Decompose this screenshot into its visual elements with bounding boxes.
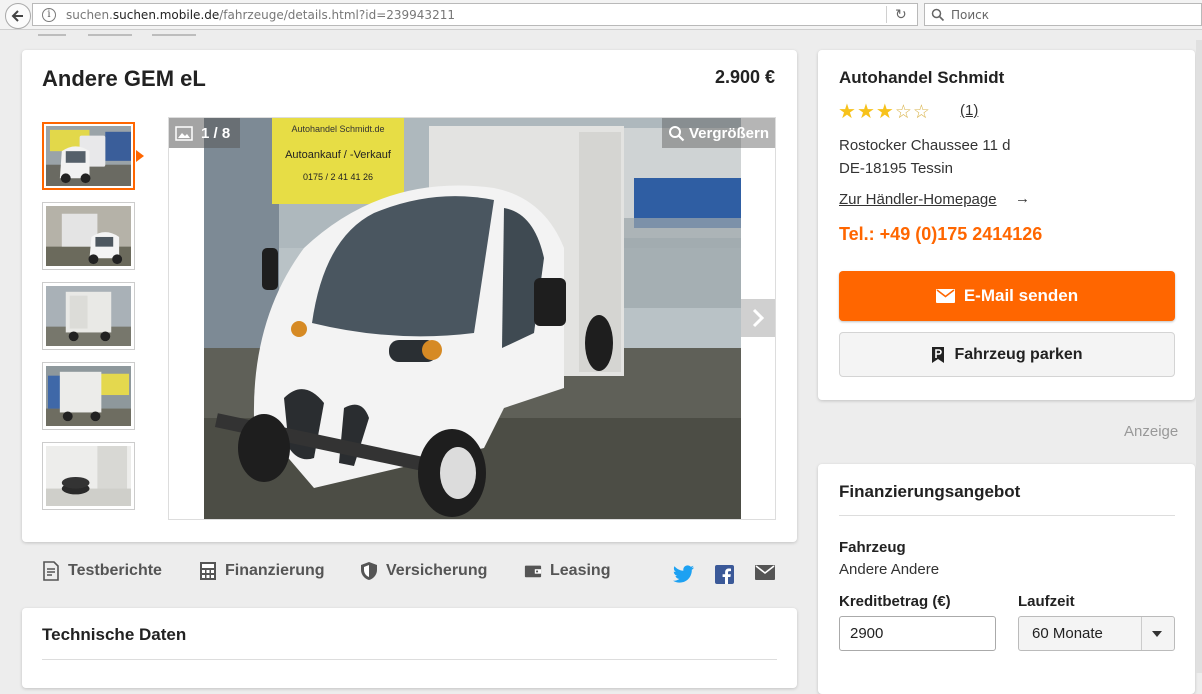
star-icon: ★ [856,101,876,123]
thumbnail-image [46,286,131,346]
sign-line-2: Autoankauf / -Verkauf [285,149,392,161]
search-placeholder: Поиск [951,7,990,22]
shield-icon [360,562,378,580]
tool-leasing[interactable]: Leasing [524,562,610,580]
url-text: suchen.suchen.mobile.de/fahrzeuge/detail… [66,7,455,22]
park-vehicle-label: Fahrzeug parken [954,345,1083,363]
thumbnail-5[interactable] [42,442,135,510]
dealer-street: Rostocker Chaussee 11 d [839,137,1011,154]
dealer-city: DE-18195 Tessin [839,160,953,177]
chevron-right-icon [752,308,765,328]
term-select[interactable]: 60 Monate [1018,616,1175,651]
back-button[interactable] [5,3,31,29]
listing-title: Andere GEM eL [42,66,206,91]
tool-finanzierung[interactable]: Finanzierung [199,562,325,580]
credit-amount-label: Kreditbetrag (€) [839,593,951,610]
thumbnail-image [46,366,131,426]
url-separator [886,6,887,23]
parking-icon [932,346,945,363]
vehicle-value: Andere Andere [839,561,940,578]
term-label: Laufzeit [1018,593,1075,610]
credit-amount-input[interactable]: 2900 [839,616,996,651]
zoom-button[interactable]: Vergrößern [661,118,775,148]
chevron-down-icon [1152,631,1162,637]
divider [839,515,1175,516]
thumbnail-4[interactable] [42,362,135,430]
listing-price: 2.900 € [714,67,775,87]
star-icon: ★ [838,101,857,123]
thumbnail-3[interactable] [42,282,135,350]
rating-count-link[interactable]: (1) [960,102,978,119]
browser-toolbar: i suchen.suchen.mobile.de/fahrzeuge/deta… [0,0,1202,30]
photo-counter: 1 / 8 [169,118,240,148]
thumbnail-strip [42,122,144,522]
address-bar[interactable]: i suchen.suchen.mobile.de/fahrzeuge/deta… [32,3,918,26]
tool-label: Finanzierung [225,562,325,579]
sign-line-1: Autohandel Schmidt.de [291,124,384,134]
dealer-phone[interactable]: Tel.: +49 (0)175 2414126 [839,224,1042,245]
email-share-button[interactable] [755,565,775,585]
tools-bar: Testberichte Finanzierung Versicherung L… [42,561,782,590]
technical-data-title: Technische Daten [42,625,187,644]
tool-versicherung[interactable]: Versicherung [360,562,487,580]
ad-label: Anzeige [1124,423,1179,440]
thumbnail-image [46,126,131,186]
page-scrollbar[interactable] [1196,40,1202,673]
facebook-share-button[interactable] [715,565,734,589]
thumbnail-image [46,206,131,266]
thumbnail-image [46,446,131,506]
image-icon [175,125,193,141]
zoom-label: Vergrößern [688,124,769,142]
magnifier-icon [931,8,945,21]
tool-label: Leasing [550,562,611,579]
sign-line-3: 0175 / 2 41 41 26 [303,172,373,182]
send-email-button[interactable]: E-Mail senden [839,271,1175,321]
document-icon [42,561,60,581]
twitter-share-button[interactable] [673,565,695,588]
send-email-label: E-Mail senden [963,286,1079,305]
envelope-icon [755,565,775,580]
wallet-icon [524,562,542,580]
financing-card: Finanzierungsangebot Fahrzeug Andere And… [818,464,1195,694]
vehicle-label: Fahrzeug [839,539,906,556]
photo-counter-text: 1 / 8 [201,124,231,142]
tool-label: Testberichte [68,562,162,579]
tool-testberichte[interactable]: Testberichte [42,561,162,581]
dealer-homepage-link[interactable]: Zur Händler-Homepage [839,191,997,208]
thumbnail-1[interactable] [42,122,144,190]
listing-card: Andere GEM eL 2.900 € Autohandel Schmidt… [22,50,797,542]
technical-data-card: Technische Daten [22,608,797,688]
main-vehicle-photo[interactable]: Autohandel Schmidt.de Autoankauf / -Verk… [204,118,741,520]
calculator-icon [199,562,217,580]
twitter-icon [673,565,694,583]
reload-icon[interactable]: ↻ [895,6,907,23]
star-outline-icon: ☆ [912,102,931,123]
browser-search-input[interactable]: Поиск [924,3,1202,26]
dealer-rating-stars: ★★★☆☆ [838,99,931,124]
photo-gallery[interactable]: Autohandel Schmidt.de Autoankauf / -Verk… [168,117,776,520]
star-outline-icon: ☆ [894,102,913,123]
info-icon[interactable]: i [42,7,56,22]
thumbnail-2[interactable] [42,202,135,270]
back-arrow-icon [11,10,23,22]
tool-label: Versicherung [386,562,488,579]
dealer-card: Autohandel Schmidt ★★★☆☆ (1) Rostocker C… [818,50,1195,400]
financing-title: Finanzierungsangebot [839,482,1021,501]
term-select-value: 60 Monate [1032,625,1103,642]
next-photo-button[interactable] [741,299,775,337]
select-separator [1141,617,1142,650]
magnifier-icon [668,125,685,141]
dealer-name: Autohandel Schmidt [839,68,1005,87]
arrow-right-icon: → [1015,190,1030,207]
divider [42,659,777,660]
park-vehicle-button[interactable]: Fahrzeug parken [839,332,1175,377]
envelope-icon [935,289,955,303]
star-icon: ★ [875,101,895,123]
facebook-icon [715,565,734,584]
